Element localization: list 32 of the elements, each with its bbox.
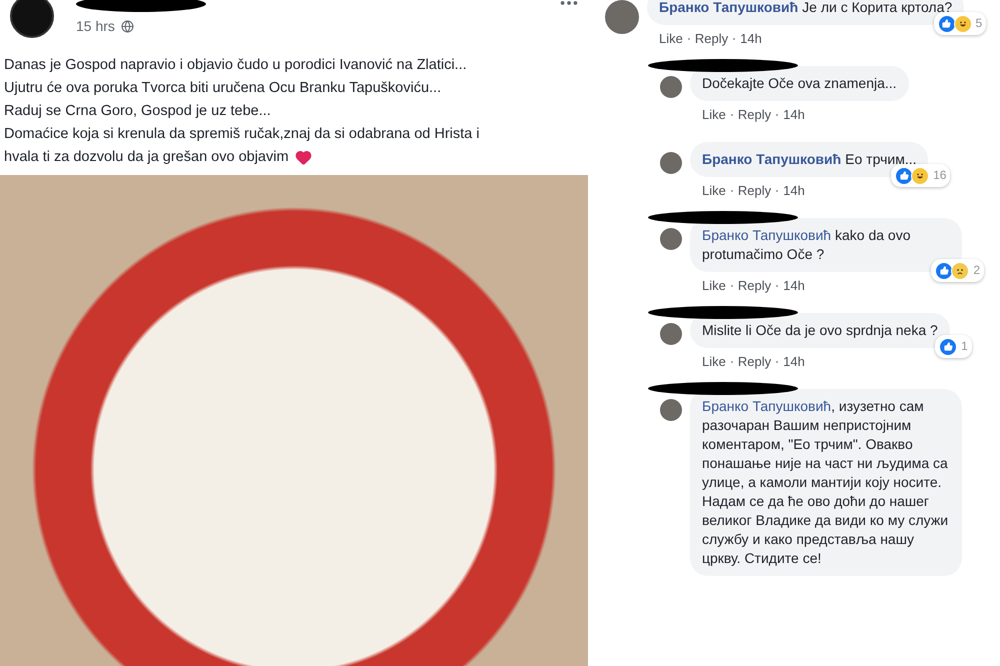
reply-link[interactable]: Reply xyxy=(738,183,772,198)
avatar[interactable] xyxy=(10,0,54,38)
heart-icon xyxy=(294,148,312,166)
comment-time[interactable]: 14h xyxy=(783,278,805,293)
comment-text: Бранко Тапушковић kako da ovo protumačimo Oče ? xyxy=(702,226,912,264)
mention-link[interactable]: Бранко Тапушковић xyxy=(702,227,832,243)
author-name[interactable]: Бранко Тапушковић xyxy=(702,151,842,167)
post-time[interactable]: 15 hrs xyxy=(76,18,115,34)
post-text: Domaćice koja si krenula da spremiš ručak,znaj da si odabrana od Hrista i xyxy=(4,124,480,144)
post-text: Ujutru će ova poruka Tvorca biti uručena Ocu Branku Tapuškoviću... xyxy=(4,78,442,98)
mention-link[interactable]: Бранко Тапушковић xyxy=(702,398,832,414)
author-name[interactable]: Бранко Тапушковић xyxy=(659,0,798,15)
comment-time[interactable]: 14h xyxy=(740,31,762,46)
post-text: Danas je Gospod napravio i objavio čudo u porodici Ivanović na Zlatici... xyxy=(4,56,467,75)
comment-text: Бранко Тапушковић, изузетно сам разочаран Вашим непристојним коментаром, "Ео трчим". Овакво понашање није на част ни људима са улице, а камоли мантији коју носите. Надам се да ће ово доћи до нашег великог Владике да види ко му служи службу и како представља нашу цркву. Стидите се! xyxy=(702,397,950,568)
post-text: hvala ti za dozvolu da ja grešan ovo objavim xyxy=(4,148,289,167)
comment-time[interactable]: 14h xyxy=(783,183,805,198)
comment-text: Dočekajte Oče ova znamenja... xyxy=(702,74,897,93)
like-link[interactable]: Like xyxy=(702,354,726,369)
like-link[interactable]: Like xyxy=(702,278,726,293)
like-link[interactable]: Like xyxy=(702,107,726,122)
like-link[interactable]: Like xyxy=(702,183,726,198)
comment-time[interactable]: 14h xyxy=(783,354,805,369)
reply-link[interactable]: Reply xyxy=(738,278,772,293)
comment-text: Mislite li Oče da je ovo sprdnja neka ? xyxy=(702,321,938,340)
reply-link[interactable]: Reply xyxy=(738,107,772,122)
reply-link[interactable]: Reply xyxy=(738,354,772,369)
like-link[interactable]: Like xyxy=(659,31,683,46)
post-text: Raduj se Crna Goro, Gospod je uz tebe... xyxy=(4,102,271,121)
comment-time[interactable]: 14h xyxy=(783,107,805,122)
reply-link[interactable]: Reply xyxy=(694,31,728,46)
globe-icon xyxy=(120,20,134,32)
